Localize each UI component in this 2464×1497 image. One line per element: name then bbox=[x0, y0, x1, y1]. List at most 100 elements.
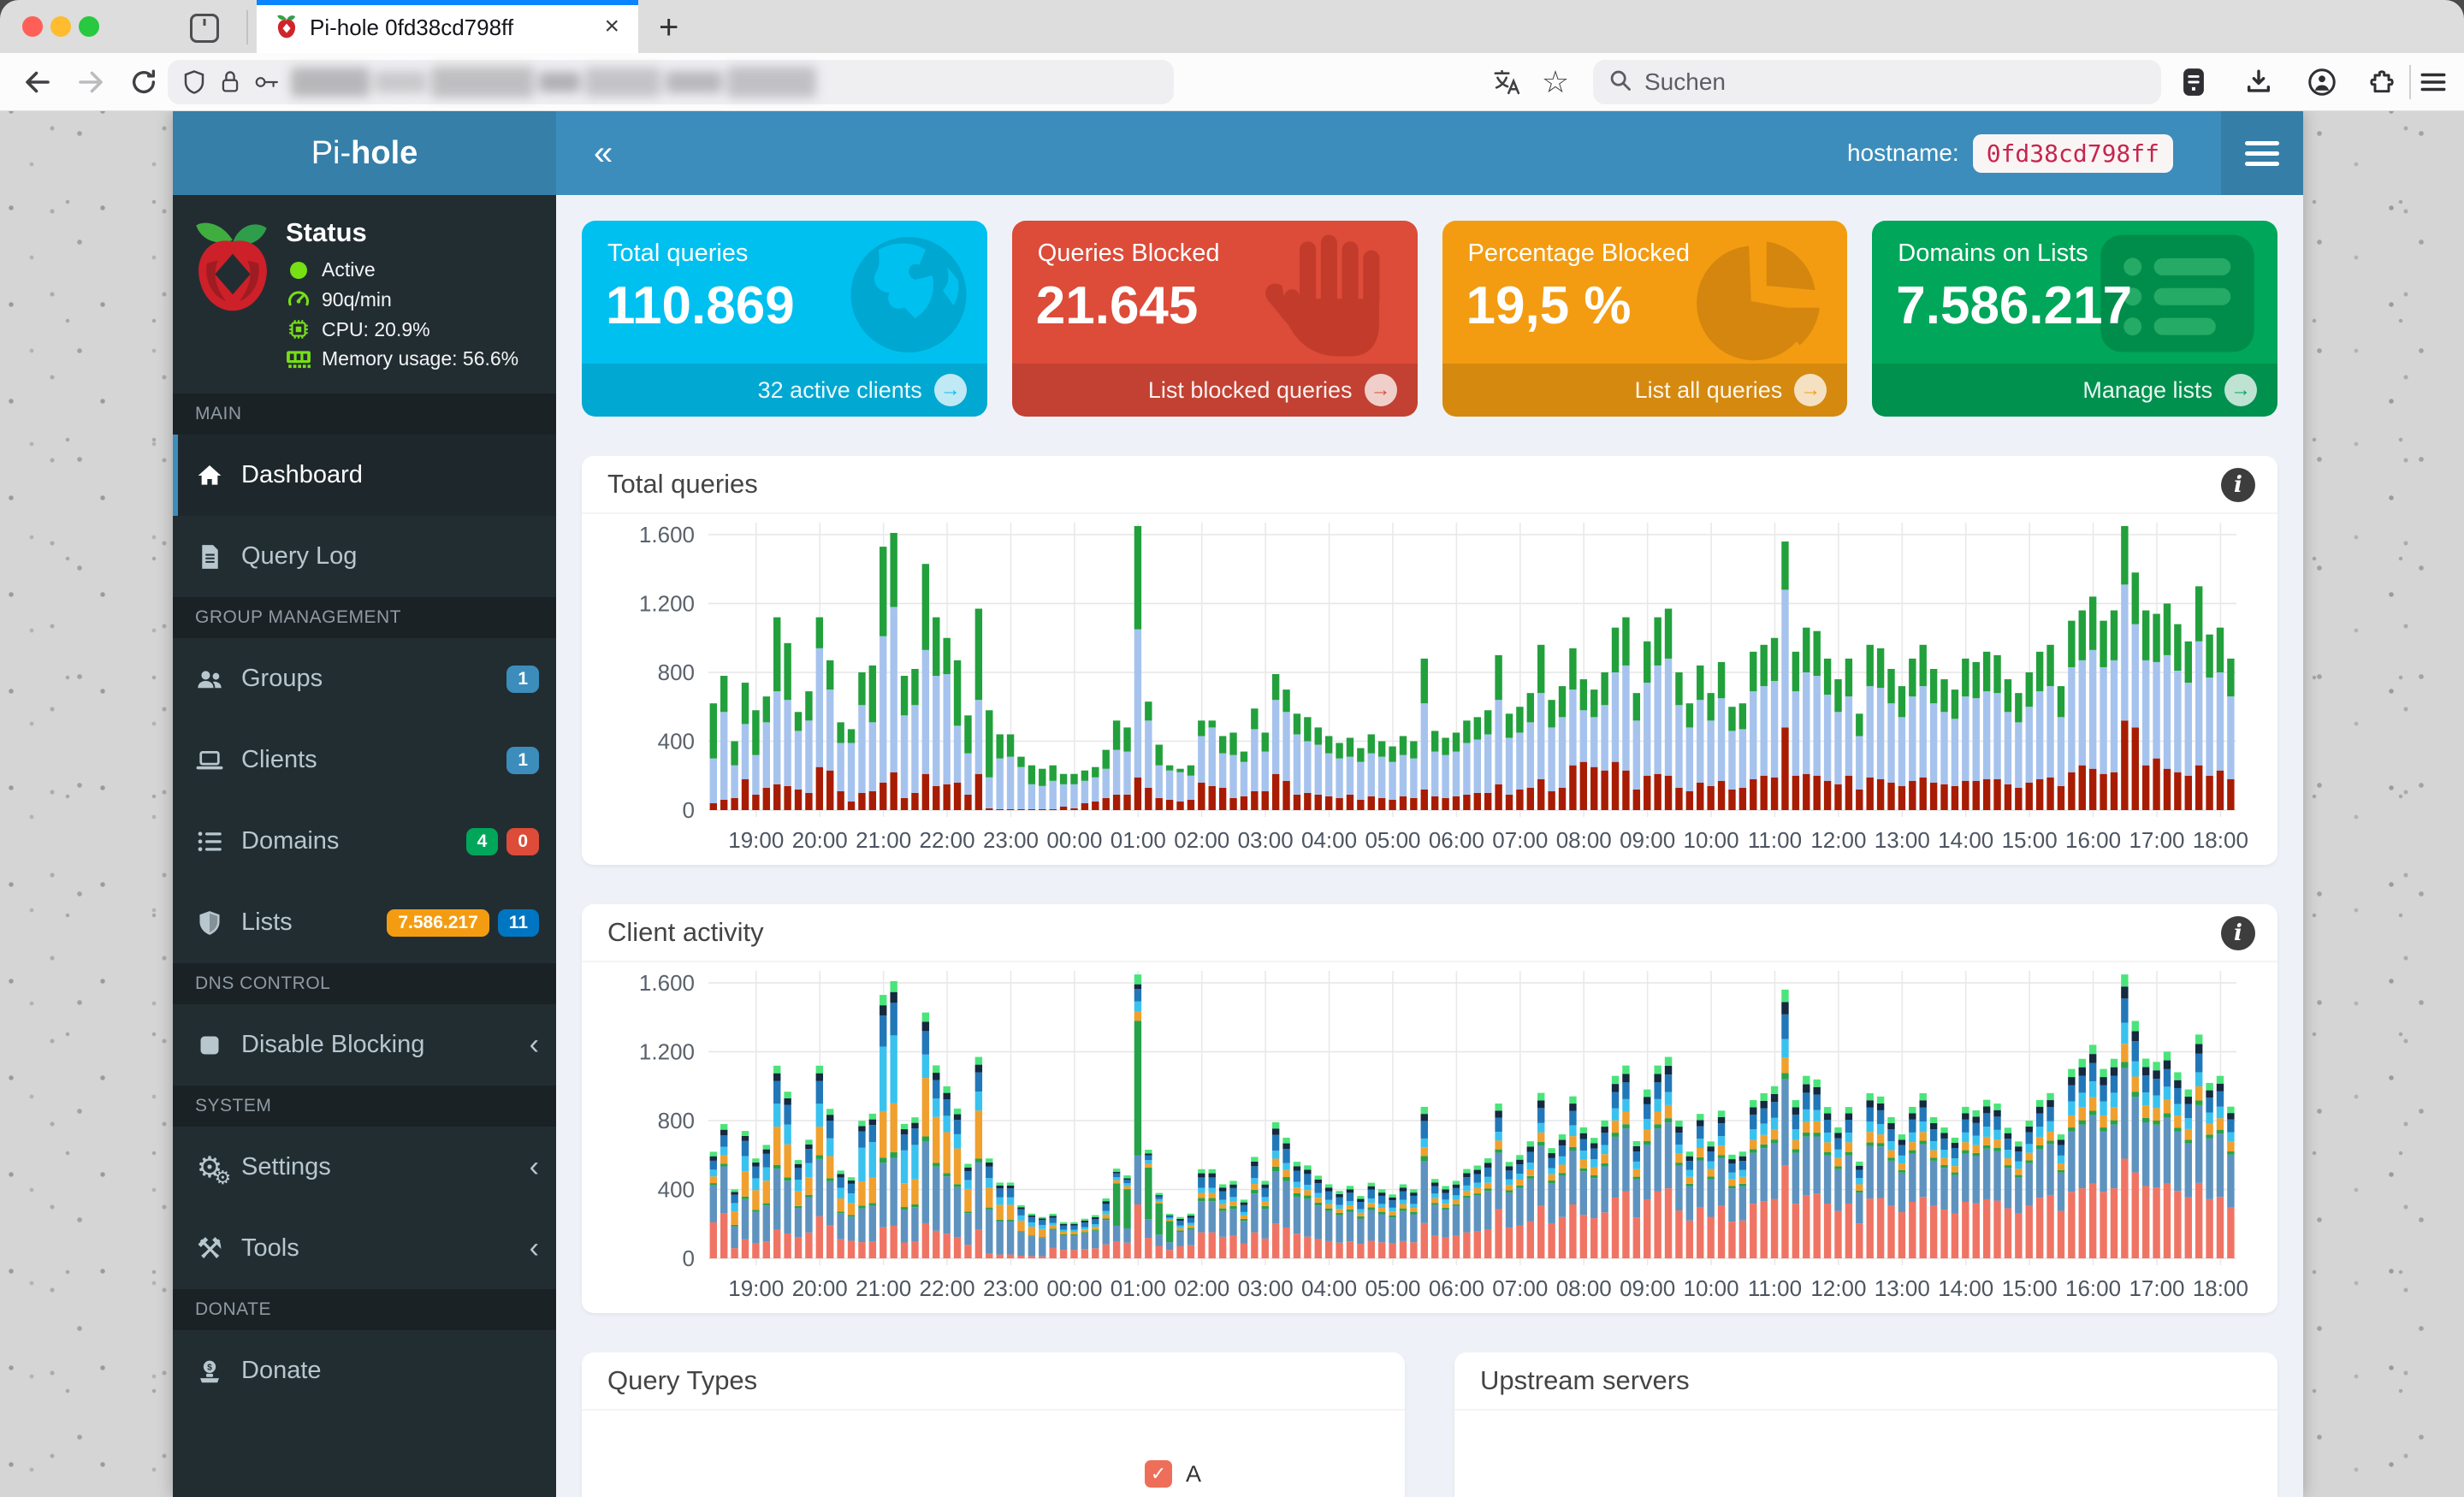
stacked-bar[interactable] bbox=[1601, 672, 1608, 810]
stacked-bar[interactable] bbox=[900, 1123, 909, 1258]
stacked-bar[interactable] bbox=[1165, 765, 1174, 810]
stacked-bar[interactable] bbox=[1218, 1184, 1227, 1258]
stacked-bar[interactable] bbox=[1377, 1189, 1386, 1258]
stacked-bar[interactable] bbox=[1579, 679, 1588, 810]
stacked-bar[interactable] bbox=[720, 676, 728, 810]
sidebar-item-clients[interactable]: Clients 1 bbox=[173, 719, 556, 801]
stacked-bar[interactable] bbox=[1070, 773, 1078, 810]
stacked-bar[interactable] bbox=[1346, 1186, 1354, 1258]
stacked-bar[interactable] bbox=[1803, 1075, 1810, 1258]
stacked-bar[interactable] bbox=[974, 1056, 983, 1258]
stacked-bar[interactable] bbox=[1834, 1127, 1842, 1258]
stacked-bar[interactable] bbox=[1834, 679, 1842, 810]
stacked-bar[interactable] bbox=[2057, 1134, 2065, 1258]
stacked-bar[interactable] bbox=[868, 1113, 877, 1258]
stacked-bar[interactable] bbox=[1909, 658, 1916, 810]
stacked-bar[interactable] bbox=[1070, 1222, 1078, 1258]
stacked-bar[interactable] bbox=[1611, 1075, 1620, 1258]
stacked-bar[interactable] bbox=[1452, 732, 1460, 810]
legend-checkbox[interactable]: ✓ bbox=[1144, 1460, 1172, 1488]
stacked-bar[interactable] bbox=[762, 1145, 771, 1258]
stacked-bar[interactable] bbox=[1410, 1189, 1418, 1258]
stacked-bar[interactable] bbox=[2078, 610, 2086, 810]
stacked-bar[interactable] bbox=[1187, 765, 1195, 810]
stacked-bar[interactable] bbox=[1876, 1096, 1885, 1258]
stacked-bar[interactable] bbox=[1856, 1161, 1863, 1258]
stacked-bar[interactable] bbox=[1208, 1169, 1216, 1258]
stacked-bar[interactable] bbox=[2088, 1044, 2097, 1258]
stacked-bar[interactable] bbox=[1187, 1213, 1195, 1258]
toolbox-icon[interactable] bbox=[2175, 63, 2212, 101]
stacked-bar[interactable] bbox=[1240, 751, 1248, 810]
stacked-bar[interactable] bbox=[2015, 693, 2023, 810]
tab-close-icon[interactable]: × bbox=[604, 12, 619, 41]
stacked-bar[interactable] bbox=[858, 672, 866, 810]
stacked-bar[interactable] bbox=[826, 660, 834, 810]
stacked-bar[interactable] bbox=[1760, 1093, 1768, 1258]
stacked-bar[interactable] bbox=[953, 660, 962, 810]
stacked-bar[interactable] bbox=[805, 691, 813, 810]
stacked-bar[interactable] bbox=[1123, 1175, 1131, 1258]
stacked-bar[interactable] bbox=[2088, 596, 2097, 810]
stacked-bar[interactable] bbox=[1495, 1104, 1502, 1258]
stacked-bar[interactable] bbox=[709, 1151, 718, 1258]
stacked-bar[interactable] bbox=[1685, 1151, 1694, 1258]
stacked-bar[interactable] bbox=[2163, 603, 2171, 811]
stacked-bar[interactable] bbox=[1558, 1134, 1567, 1258]
stacked-bar[interactable] bbox=[1452, 1180, 1460, 1258]
stacked-bar[interactable] bbox=[1420, 658, 1428, 810]
stacked-bar[interactable] bbox=[1495, 654, 1502, 810]
stacked-bar[interactable] bbox=[1845, 1107, 1853, 1258]
stacked-bar[interactable] bbox=[1632, 1140, 1641, 1258]
stacked-bar[interactable] bbox=[2194, 1034, 2203, 1258]
stacked-bar[interactable] bbox=[1887, 1116, 1895, 1258]
stacked-bar[interactable] bbox=[1198, 720, 1205, 810]
sidebar-item-query-log[interactable]: Query Log bbox=[173, 516, 556, 597]
stacked-bar[interactable] bbox=[1112, 1169, 1121, 1258]
stacked-bar[interactable] bbox=[2121, 974, 2129, 1258]
stacked-bar[interactable] bbox=[2141, 610, 2150, 810]
stacked-bar[interactable] bbox=[1632, 693, 1641, 810]
browser-tab[interactable]: Pi-hole 0fd38cd798ff × bbox=[257, 0, 638, 53]
stacked-bar[interactable] bbox=[1590, 1138, 1598, 1258]
sidebar-item-domains[interactable]: Domains 4 0 bbox=[173, 801, 556, 882]
stacked-bar[interactable] bbox=[1389, 746, 1396, 810]
app-menu-button[interactable] bbox=[2221, 111, 2303, 195]
stacked-bar[interactable] bbox=[773, 1065, 781, 1258]
stacked-bar[interactable] bbox=[2057, 686, 2065, 810]
extensions-icon[interactable] bbox=[2363, 63, 2401, 101]
account-icon[interactable] bbox=[2303, 63, 2341, 101]
macos-close-button[interactable] bbox=[22, 16, 43, 37]
stacked-bar[interactable] bbox=[1367, 734, 1375, 810]
stacked-bar[interactable] bbox=[1410, 741, 1418, 811]
stacked-bar[interactable] bbox=[1675, 672, 1683, 810]
stacked-bar[interactable] bbox=[2184, 1089, 2192, 1258]
stacked-bar[interactable] bbox=[1165, 1213, 1174, 1258]
sidebar-item-tools[interactable]: ⚒ Tools ‹ bbox=[173, 1208, 556, 1289]
stacked-bar[interactable] bbox=[1346, 737, 1354, 810]
stacked-bar[interactable] bbox=[784, 642, 791, 810]
sidebar-item-dashboard[interactable]: Dashboard bbox=[173, 435, 556, 516]
stacked-bar[interactable] bbox=[1484, 710, 1492, 810]
stacked-bar[interactable] bbox=[2004, 1127, 2012, 1258]
stacked-bar[interactable] bbox=[1951, 689, 1959, 810]
macos-maximize-button[interactable] bbox=[79, 16, 99, 37]
stacked-bar[interactable] bbox=[1738, 703, 1747, 810]
legend-item-a[interactable]: ✓ A bbox=[1144, 1460, 1201, 1488]
stacked-bar[interactable] bbox=[1463, 720, 1471, 810]
url-bar[interactable] bbox=[168, 60, 1174, 104]
stacked-bar[interactable] bbox=[1813, 1079, 1821, 1258]
stacked-bar[interactable] bbox=[2216, 1075, 2224, 1258]
stacked-bar[interactable] bbox=[1548, 700, 1555, 810]
sidebar-item-disable-blocking[interactable]: Disable Blocking ‹ bbox=[173, 1004, 556, 1086]
stacked-bar[interactable] bbox=[752, 1158, 760, 1258]
stacked-bar[interactable] bbox=[911, 1117, 919, 1258]
stacked-bar[interactable] bbox=[720, 1124, 728, 1258]
card-footer-link[interactable]: 32 active clients → bbox=[582, 364, 987, 417]
stacked-bar[interactable] bbox=[1102, 1198, 1110, 1258]
stacked-bar[interactable] bbox=[847, 1177, 856, 1258]
stacked-bar[interactable] bbox=[741, 683, 749, 810]
stacked-bar[interactable] bbox=[933, 1065, 940, 1258]
sidebar-collapse-icon[interactable]: « bbox=[594, 111, 613, 195]
stacked-bar[interactable] bbox=[880, 547, 887, 810]
